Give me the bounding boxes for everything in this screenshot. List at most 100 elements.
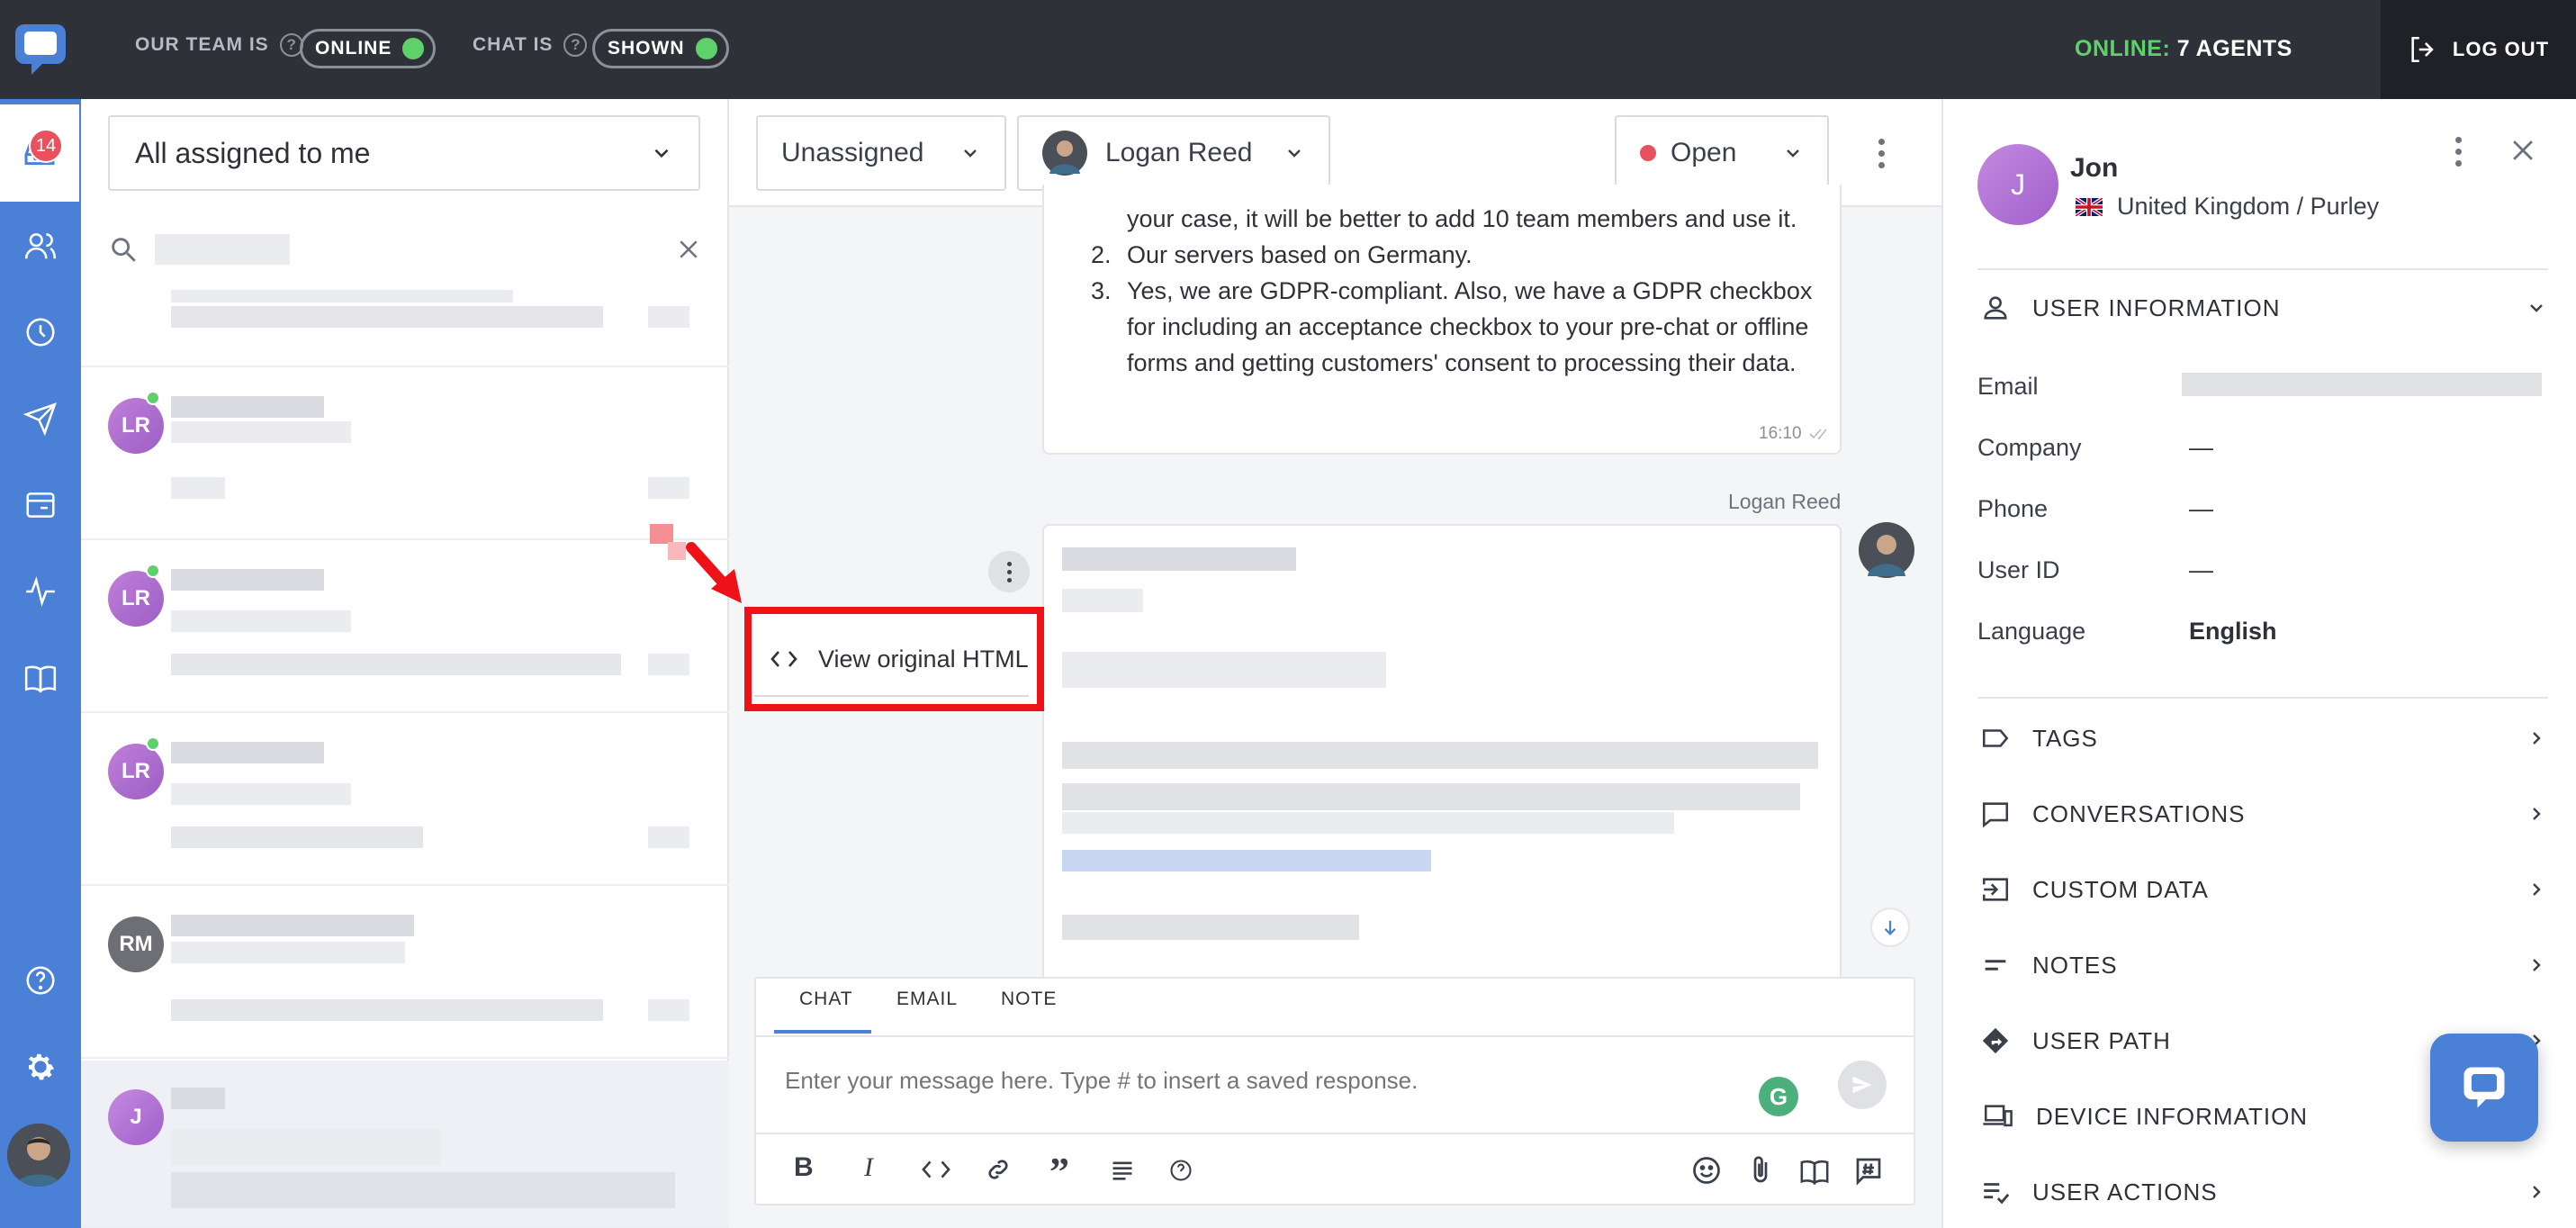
tab-chat[interactable]: CHAT bbox=[799, 989, 853, 1010]
composer-toolbar-divider bbox=[754, 1133, 1915, 1134]
saved-response-icon[interactable] bbox=[1852, 1154, 1885, 1187]
unread-marker bbox=[668, 542, 686, 560]
tab-email[interactable]: EMAIL bbox=[896, 989, 958, 1010]
chat-shown-toggle[interactable]: SHOWN bbox=[592, 29, 729, 68]
custom-data-section[interactable]: CUSTOM DATA bbox=[1980, 852, 2547, 927]
chevron-down-icon bbox=[1787, 149, 1799, 158]
online-agents[interactable]: ONLINE: 7 AGENTS bbox=[2075, 36, 2292, 62]
tags-section[interactable]: TAGS bbox=[1980, 700, 2547, 776]
nav-campaigns[interactable] bbox=[0, 387, 81, 450]
conversation-item-selected[interactable]: J bbox=[81, 1061, 729, 1228]
user-information-section-header[interactable]: USER INFORMATION bbox=[1980, 270, 2547, 346]
conversation-search[interactable] bbox=[108, 218, 702, 281]
notes-section[interactable]: NOTES bbox=[1980, 927, 2547, 1003]
tab-note[interactable]: NOTE bbox=[1001, 989, 1057, 1010]
app-logo[interactable] bbox=[0, 0, 81, 99]
assignment-filter-select[interactable]: All assigned to me bbox=[108, 115, 700, 191]
code-icon[interactable] bbox=[920, 1158, 952, 1181]
message-time: 16:10 bbox=[1759, 424, 1833, 444]
bold-icon[interactable]: B bbox=[794, 1152, 814, 1183]
team-status-group: OUR TEAM IS ? bbox=[135, 33, 303, 57]
nav-help[interactable] bbox=[0, 949, 81, 1012]
conversation-item[interactable]: LR bbox=[81, 542, 729, 713]
online-label: ONLINE: bbox=[2075, 36, 2171, 61]
unread-badge: 14 bbox=[29, 129, 63, 163]
user-actions-section[interactable]: USER ACTIONS bbox=[1980, 1154, 2547, 1228]
chat-toggle-indicator bbox=[695, 38, 717, 59]
menu-divider bbox=[754, 695, 1029, 697]
nav-settings[interactable] bbox=[0, 1035, 81, 1098]
message-list-item: Yes, we are GDPR-compliant. Also, we hav… bbox=[1127, 277, 1813, 376]
nav-knowledge-base[interactable] bbox=[0, 646, 81, 709]
link-icon[interactable] bbox=[981, 1156, 1015, 1183]
chevron-right-icon bbox=[2533, 1186, 2541, 1198]
chat-logo-icon bbox=[15, 24, 66, 75]
chevron-down-icon bbox=[1288, 149, 1301, 158]
team-online-toggle[interactable]: ONLINE bbox=[300, 29, 437, 68]
message-bubble-outgoing: your case, it will be better to add 10 t… bbox=[1042, 185, 1842, 455]
support-chat-button[interactable] bbox=[2430, 1034, 2538, 1142]
email-label: Email bbox=[1977, 373, 2039, 400]
language-label: Language bbox=[1977, 618, 2086, 645]
attachment-icon[interactable] bbox=[1744, 1152, 1777, 1188]
search-input-blurred[interactable] bbox=[155, 234, 290, 265]
chat-help-icon[interactable]: ? bbox=[563, 33, 588, 57]
conversation-status-select[interactable]: Open bbox=[1615, 115, 1829, 191]
directions-icon bbox=[1982, 1027, 2009, 1054]
online-indicator bbox=[146, 564, 160, 578]
list-number: 2. bbox=[1091, 241, 1112, 268]
emoji-icon[interactable] bbox=[1690, 1154, 1723, 1187]
group-assignee-select[interactable]: Unassigned bbox=[756, 115, 1006, 191]
help-icon[interactable] bbox=[1168, 1158, 1193, 1183]
close-icon[interactable] bbox=[2508, 135, 2538, 166]
book-icon[interactable] bbox=[1797, 1156, 1833, 1187]
chevron-right-icon bbox=[2533, 732, 2541, 745]
message-input[interactable] bbox=[785, 1067, 1739, 1095]
nav-users[interactable] bbox=[0, 214, 81, 277]
user-more-button[interactable] bbox=[2445, 133, 2472, 169]
user-id-label: User ID bbox=[1977, 556, 2060, 583]
logout-label: LOG OUT bbox=[2452, 38, 2550, 60]
nav-widgets[interactable] bbox=[0, 474, 81, 537]
online-indicator bbox=[146, 391, 160, 405]
read-checkmarks-icon bbox=[1808, 429, 1827, 440]
devices-icon bbox=[1983, 1105, 2013, 1127]
send-button[interactable] bbox=[1838, 1061, 1887, 1109]
quote-icon[interactable]: ” bbox=[1049, 1149, 1069, 1195]
logout-button[interactable]: LOG OUT bbox=[2381, 0, 2576, 99]
chat-more-button[interactable] bbox=[1863, 131, 1899, 176]
italic-icon[interactable]: I bbox=[864, 1152, 873, 1183]
team-status-label: OUR TEAM IS bbox=[135, 34, 269, 55]
chevron-down-icon bbox=[654, 149, 669, 158]
book-icon bbox=[24, 665, 57, 693]
user-icon bbox=[1984, 296, 2007, 320]
grammarly-icon[interactable]: G bbox=[1759, 1077, 1798, 1116]
scroll-down-button[interactable] bbox=[1870, 907, 1910, 947]
gear-icon bbox=[28, 1053, 54, 1080]
align-icon[interactable] bbox=[1109, 1158, 1136, 1183]
login-box-icon bbox=[1982, 878, 2009, 901]
conversation-item[interactable]: LR bbox=[81, 369, 729, 544]
agent-avatar[interactable] bbox=[7, 1124, 70, 1187]
message-options-button[interactable] bbox=[988, 551, 1030, 592]
conversation-avatar: RM bbox=[108, 916, 164, 972]
conversation-item[interactable]: RM bbox=[81, 888, 729, 1059]
conversation-item[interactable]: LR bbox=[81, 715, 729, 886]
message-bubble-html bbox=[1042, 524, 1842, 992]
conversations-section[interactable]: CONVERSATIONS bbox=[1980, 776, 2547, 852]
chat-status-group: CHAT IS ? bbox=[473, 33, 588, 57]
clear-search-icon[interactable] bbox=[675, 236, 702, 263]
company-value: — bbox=[2189, 434, 2213, 461]
user-avatar: J bbox=[1977, 144, 2058, 225]
arrow-down-icon bbox=[1884, 920, 1896, 935]
chat-shown-text: SHOWN bbox=[608, 38, 685, 59]
agent-assignee-select[interactable]: Logan Reed bbox=[1017, 115, 1330, 191]
view-original-html-label: View original HTML bbox=[818, 645, 1029, 673]
search-icon bbox=[112, 238, 136, 262]
group-assignee-label: Unassigned bbox=[781, 138, 924, 167]
email-value-blurred bbox=[2182, 373, 2542, 396]
nav-history[interactable] bbox=[0, 301, 81, 364]
logout-icon bbox=[2411, 36, 2434, 63]
nav-analytics[interactable] bbox=[0, 560, 81, 623]
conversation-item[interactable] bbox=[81, 281, 729, 367]
